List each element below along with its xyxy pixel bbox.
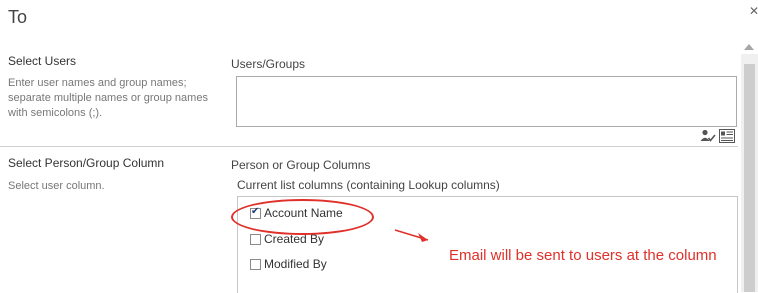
annotation-highlight-oval bbox=[231, 199, 374, 235]
current-list-columns-label: Current list columns (containing Lookup … bbox=[237, 178, 500, 192]
person-group-columns-label: Person or Group Columns bbox=[231, 158, 371, 172]
address-book-icon[interactable] bbox=[719, 129, 735, 143]
users-groups-input[interactable] bbox=[236, 76, 737, 127]
check-names-icon[interactable] bbox=[700, 129, 716, 143]
close-icon[interactable]: ✕ bbox=[749, 4, 758, 18]
scrollbar-thumb[interactable] bbox=[744, 64, 755, 292]
users-groups-label: Users/Groups bbox=[231, 57, 306, 71]
checkbox[interactable] bbox=[250, 258, 261, 270]
column-option-label: Modified By bbox=[264, 257, 327, 271]
person-group-heading: Select Person/Group Column bbox=[8, 156, 165, 170]
select-users-description: Enter user names and group names; separa… bbox=[8, 77, 208, 119]
checkbox[interactable] bbox=[250, 233, 261, 245]
person-group-description: Select user column. bbox=[8, 180, 105, 192]
column-option-modified-by[interactable]: Modified By bbox=[250, 257, 327, 271]
section-divider bbox=[0, 146, 738, 147]
dialog-title: To bbox=[8, 7, 28, 27]
scroll-up-icon[interactable] bbox=[744, 44, 754, 50]
select-users-heading: Select Users bbox=[8, 54, 77, 68]
annotation-text: Email will be sent to users at the colum… bbox=[449, 247, 717, 264]
annotation-arrow-icon bbox=[394, 229, 429, 242]
